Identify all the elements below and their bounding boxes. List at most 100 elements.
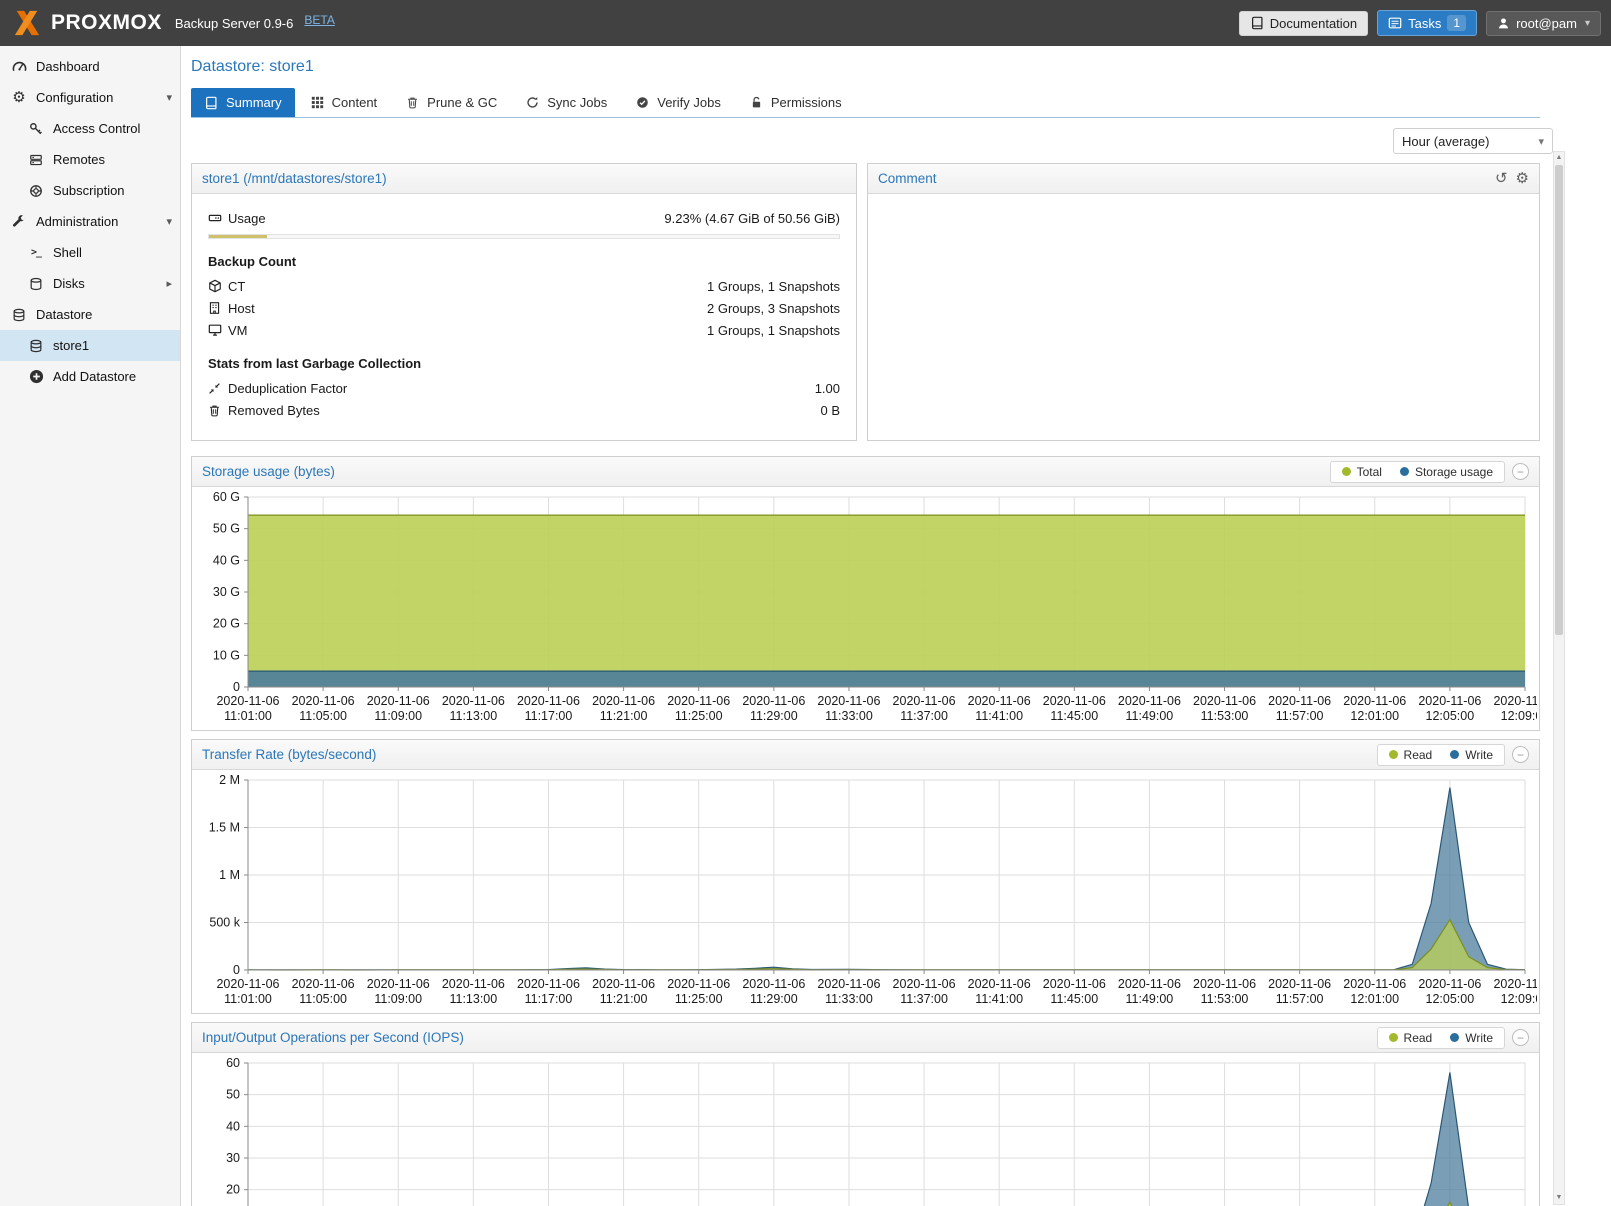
- unlock-icon: [750, 96, 763, 109]
- legend-label: Read: [1404, 1031, 1433, 1045]
- dashboard-icon: [11, 59, 27, 74]
- support-icon: [28, 184, 44, 198]
- sidebar-item-label: store1: [53, 338, 89, 353]
- sidebar-item-label: Access Control: [53, 121, 140, 136]
- tab-verify-jobs[interactable]: Verify Jobs: [623, 88, 734, 117]
- legend-label: Write: [1465, 1031, 1493, 1045]
- plus-circle-icon: [28, 369, 44, 384]
- usage-progress-fill: [209, 235, 267, 238]
- svg-text:2020-11-06: 2020-11-06: [1043, 694, 1106, 708]
- time-range-select[interactable]: Hour (average) ▾: [1393, 128, 1553, 154]
- stat-label: CT: [228, 279, 245, 294]
- sidebar-item-administration[interactable]: Administration ▾: [0, 206, 180, 237]
- time-range-value: Hour (average): [1402, 134, 1489, 149]
- svg-text:11:17:00: 11:17:00: [525, 709, 573, 723]
- svg-text:20: 20: [226, 1183, 240, 1197]
- book-icon: [1250, 16, 1264, 30]
- comment-body[interactable]: [868, 194, 1539, 440]
- svg-text:2020-11-06: 2020-11-06: [517, 694, 580, 708]
- sidebar-item-label: Shell: [53, 245, 82, 260]
- sidebar-item-add-datastore[interactable]: Add Datastore: [0, 361, 180, 392]
- svg-text:2020-11-06: 2020-11-06: [1118, 977, 1181, 991]
- svg-text:2020-11-06: 2020-11-06: [1493, 977, 1537, 991]
- panel-header: store1 (/mnt/datastores/store1): [192, 164, 856, 194]
- legend-item: Total: [1342, 465, 1382, 479]
- sidebar-item-remotes[interactable]: Remotes: [0, 144, 180, 175]
- proxmox-logo-icon: [10, 9, 44, 37]
- sidebar-item-access-control[interactable]: Access Control: [0, 113, 180, 144]
- comment-settings-button[interactable]: ⚙: [1516, 171, 1529, 186]
- collapse-chart-button[interactable]: −: [1512, 463, 1529, 480]
- svg-text:2020-11-06: 2020-11-06: [742, 694, 805, 708]
- svg-text:2020-11-06: 2020-11-06: [292, 694, 355, 708]
- chevron-down-icon[interactable]: ▾: [166, 91, 172, 104]
- scroll-thumb[interactable]: [1555, 165, 1563, 635]
- svg-text:50 G: 50 G: [213, 522, 240, 536]
- sidebar-item-shell[interactable]: >_ Shell: [0, 237, 180, 268]
- stat-value: 1.00: [815, 381, 840, 396]
- beta-link[interactable]: BETA: [304, 9, 334, 27]
- sidebar-item-configuration[interactable]: ⚙Configuration▾: [0, 82, 180, 113]
- datastore-summary-panel: store1 (/mnt/datastores/store1) Usage 9.…: [191, 163, 857, 441]
- svg-text:11:13:00: 11:13:00: [449, 992, 497, 1006]
- tasks-button[interactable]: Tasks 1: [1377, 10, 1477, 36]
- svg-text:11:53:00: 11:53:00: [1201, 709, 1249, 723]
- svg-text:10 G: 10 G: [213, 648, 240, 662]
- svg-text:50: 50: [226, 1088, 240, 1102]
- svg-text:2020-11-06: 2020-11-06: [968, 694, 1031, 708]
- summary-row: store1 (/mnt/datastores/store1) Usage 9.…: [191, 163, 1540, 441]
- vertical-scrollbar[interactable]: ▲ ▼: [1553, 151, 1565, 1205]
- svg-text:2020-11-06: 2020-11-06: [442, 694, 505, 708]
- svg-text:2020-11-06: 2020-11-06: [893, 977, 956, 991]
- sidebar-nav: Dashboard ⚙Configuration▾ Access Control Re…: [0, 51, 180, 392]
- top-bar-actions: Documentation Tasks 1 root@pam ▾: [1239, 10, 1601, 36]
- svg-text:2020-11-06: 2020-11-06: [216, 694, 279, 708]
- stat-label: Deduplication Factor: [228, 381, 347, 396]
- svg-text:11:09:00: 11:09:00: [374, 709, 422, 723]
- chevron-right-icon[interactable]: ▸: [166, 277, 172, 290]
- chevron-down-icon[interactable]: ▾: [166, 215, 172, 228]
- svg-text:11:37:00: 11:37:00: [900, 992, 948, 1006]
- datastore-icon: [28, 339, 44, 353]
- tab-prune-gc[interactable]: Prune & GC: [393, 88, 510, 117]
- sidebar-item-subscription[interactable]: Subscription: [0, 175, 180, 206]
- tab-label: Sync Jobs: [547, 95, 607, 110]
- cube-icon: [208, 279, 226, 293]
- tab-sync-jobs[interactable]: Sync Jobs: [513, 88, 620, 117]
- sidebar-item-datastore[interactable]: Datastore: [0, 299, 180, 330]
- sidebar-item-store1[interactable]: store1: [0, 330, 180, 361]
- scroll-down-arrow[interactable]: ▼: [1554, 1192, 1564, 1204]
- terminal-icon: >_: [28, 248, 44, 258]
- sidebar-item-label: Administration: [36, 214, 118, 229]
- sidebar-item-label: Dashboard: [36, 59, 100, 74]
- stat-value: 2 Groups, 3 Snapshots: [707, 301, 840, 316]
- svg-text:11:01:00: 11:01:00: [224, 709, 272, 723]
- tab-permissions[interactable]: Permissions: [737, 88, 855, 117]
- documentation-button[interactable]: Documentation: [1239, 11, 1368, 36]
- sidebar-item-dashboard[interactable]: Dashboard: [0, 51, 180, 82]
- product-version: Backup Server 0.9-6: [175, 16, 294, 31]
- svg-text:11:21:00: 11:21:00: [600, 709, 648, 723]
- chart-legend: Total Storage usage −: [1330, 461, 1529, 483]
- svg-text:2020-11-06: 2020-11-06: [517, 977, 580, 991]
- collapse-chart-button[interactable]: −: [1512, 746, 1529, 763]
- chart-title: Storage usage (bytes): [202, 464, 335, 479]
- legend-item: Storage usage: [1400, 465, 1493, 479]
- svg-text:2020-11-06: 2020-11-06: [968, 977, 1031, 991]
- tasks-label: Tasks: [1408, 16, 1441, 31]
- legend-label: Write: [1465, 748, 1493, 762]
- sidebar-item-disks[interactable]: Disks▸: [0, 268, 180, 299]
- panel-header: Comment ↺ ⚙: [868, 164, 1539, 194]
- sidebar-item-label: Remotes: [53, 152, 105, 167]
- user-menu-button[interactable]: root@pam ▾: [1486, 11, 1601, 36]
- svg-text:12:09:00: 12:09:00: [1501, 992, 1537, 1006]
- collapse-chart-button[interactable]: −: [1512, 1029, 1529, 1046]
- svg-text:2020-11-06: 2020-11-06: [817, 977, 880, 991]
- reload-comment-button[interactable]: ↺: [1495, 171, 1508, 186]
- svg-text:40 G: 40 G: [213, 553, 240, 567]
- sidebar: Dashboard ⚙Configuration▾ Access Control Re…: [0, 46, 181, 1206]
- scroll-up-arrow[interactable]: ▲: [1554, 152, 1564, 164]
- tab-content[interactable]: Content: [298, 88, 391, 117]
- tab-summary[interactable]: Summary: [191, 88, 295, 117]
- chart-panel-storage-usage: Storage usage (bytes) Total Storage usage −…: [191, 456, 1540, 731]
